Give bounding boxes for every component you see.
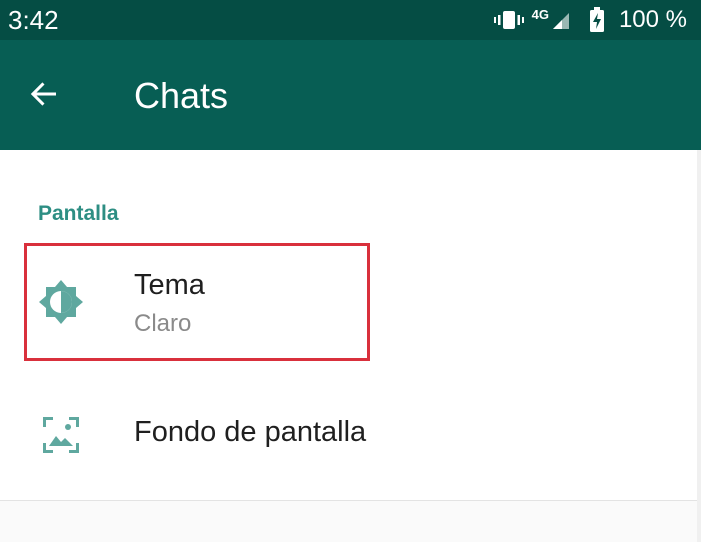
battery-percent: 100 % [618,6,687,33]
page-title: Chats [134,75,229,116]
app-bar: Chats [0,40,701,150]
status-bar: 3:42 4G 100 % [0,0,701,40]
setting-theme[interactable]: Tema Claro [0,244,701,364]
settings-screen: 3:42 4G 100 % Chats Pantalla Tema Claro … [0,0,701,542]
bottom-area [0,501,701,542]
brightness-icon [38,279,84,325]
section-header-pantalla: Pantalla [38,202,119,225]
setting-theme-title: Tema [134,269,205,301]
setting-theme-value: Claro [134,310,192,337]
vibrate-icon [493,9,524,31]
setting-wallpaper-title: Fondo de pantalla [134,416,367,448]
signal-icon [551,9,571,31]
back-button[interactable] [22,74,66,118]
scroll-edge [697,150,701,542]
network-type: 4G [531,6,549,22]
status-time: 3:42 [8,5,59,35]
status-icons: 4G 100 % [493,5,687,35]
wallpaper-icon [38,412,84,458]
setting-wallpaper[interactable]: Fondo de pantalla [0,390,701,480]
arrow-left-icon [28,78,60,115]
battery-icon [589,7,605,33]
